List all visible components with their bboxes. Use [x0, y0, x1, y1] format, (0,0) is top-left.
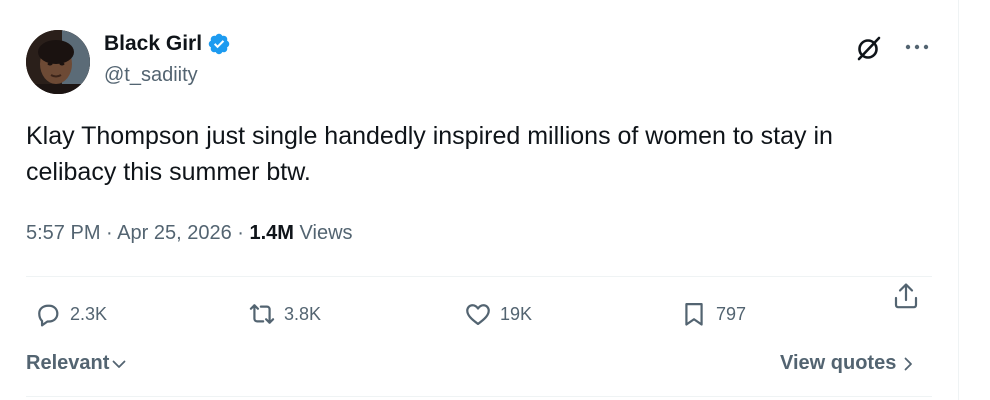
grok-icon[interactable] [855, 34, 883, 62]
meta-separator: · [237, 222, 244, 244]
sort-dropdown[interactable]: Relevant [26, 352, 127, 375]
more-icon[interactable] [904, 34, 930, 60]
views-label: Views [299, 222, 353, 244]
chevron-right-icon [904, 357, 913, 370]
divider [26, 396, 932, 397]
reply-icon [38, 304, 59, 327]
repost-button[interactable]: 3.8K [248, 300, 321, 328]
divider [26, 276, 932, 277]
column-border [958, 0, 959, 400]
view-quotes-link[interactable]: View quotes [780, 352, 916, 375]
author-handle[interactable]: @t_sadiity [104, 64, 198, 87]
views-count: 1.4M [249, 222, 294, 244]
tweet-text: Klay Thompson just single handedly inspi… [26, 122, 833, 186]
like-button[interactable]: 19K [464, 300, 532, 328]
share-icon[interactable] [890, 280, 922, 312]
bookmark-count: 797 [716, 303, 747, 324]
tweet-date[interactable]: Apr 25, 2026 [117, 222, 232, 244]
reply-button[interactable]: 2.3K [34, 300, 107, 328]
chevron-down-icon [112, 360, 126, 368]
author-name-row: Black Girl [104, 32, 231, 56]
verified-badge-icon [207, 32, 231, 56]
avatar[interactable] [26, 30, 90, 94]
avatar-image [26, 30, 90, 94]
repost-count: 3.8K [284, 303, 322, 324]
like-count: 19K [500, 303, 533, 324]
bookmark-button[interactable]: 797 [680, 300, 746, 328]
view-quotes-label: View quotes [780, 352, 897, 374]
heart-icon [466, 304, 490, 326]
sort-label: Relevant [26, 352, 110, 374]
bookmark-icon [685, 302, 703, 326]
tweet-card: Black Girl @t_sadiity Klay Thompson just… [0, 0, 960, 400]
tweet-meta: 5:57 PM · Apr 25, 2026 · 1.4M Views [26, 222, 353, 245]
meta-separator: · [106, 222, 113, 244]
tweet-time[interactable]: 5:57 PM [26, 222, 100, 244]
repost-icon [249, 304, 275, 324]
reply-count: 2.3K [70, 303, 108, 324]
display-name[interactable]: Black Girl [104, 32, 202, 56]
